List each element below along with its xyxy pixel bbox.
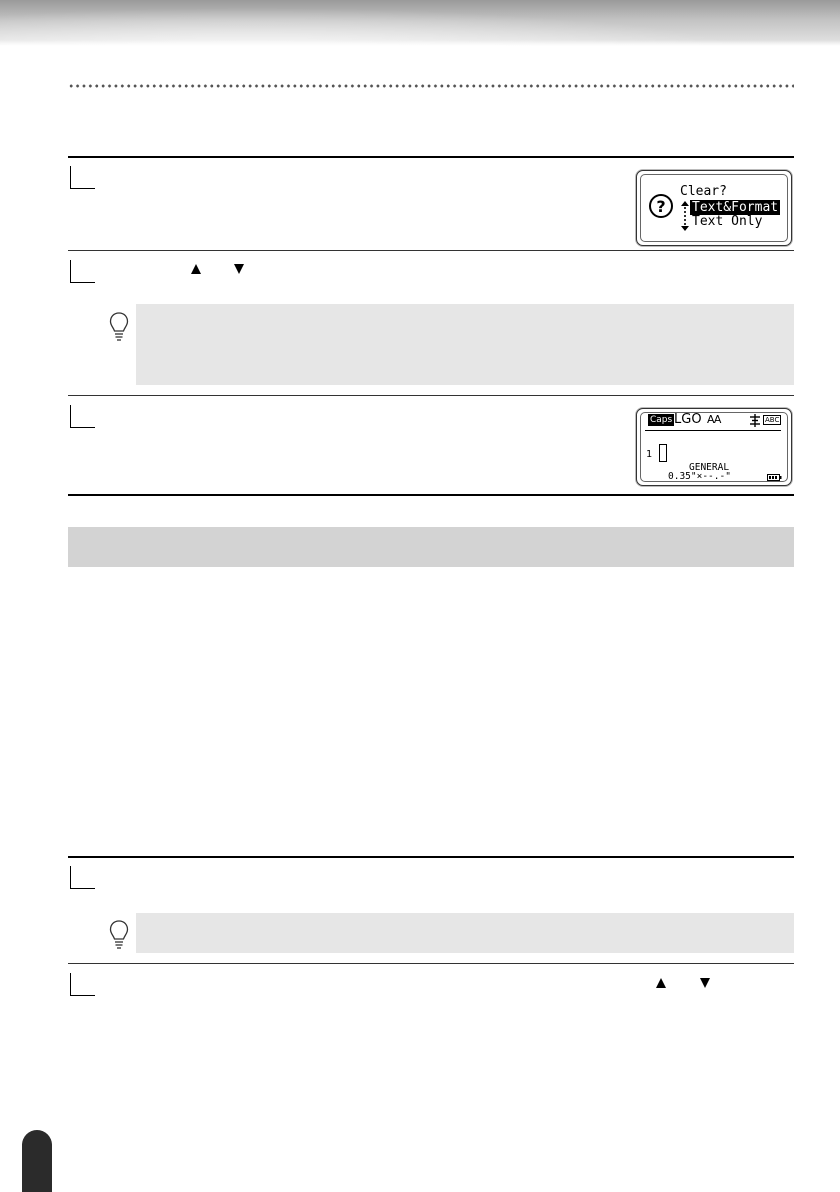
section-heading-band	[68, 527, 794, 567]
lcd-status-screen: Caps LGO AA ABC 1 GENERAL 0.35"×--.-"	[636, 408, 792, 486]
step-4-marker	[70, 866, 95, 889]
size-indicator: AA	[707, 413, 721, 426]
alignment-icon	[750, 414, 760, 427]
caps-badge: Caps	[648, 414, 675, 426]
arrow-up-key-icon	[656, 978, 666, 988]
step-2-top-rule	[68, 250, 794, 251]
step-1-marker	[70, 166, 95, 189]
arrow-down-key-icon	[234, 264, 244, 274]
lightbulb-hint-icon	[109, 312, 129, 341]
step-4-top-rule	[68, 856, 794, 858]
dialog-option-selected[interactable]: Text&Format	[690, 200, 781, 215]
step-5-top-rule	[68, 963, 794, 964]
step-1-top-rule	[68, 156, 794, 158]
text-cursor	[659, 444, 667, 462]
arrow-up-key-icon	[191, 264, 201, 274]
page-number-tab	[22, 1130, 52, 1192]
section-bottom-rule	[68, 494, 794, 496]
arrow-down-key-icon	[700, 978, 710, 988]
battery-icon	[767, 474, 782, 481]
svg-text:?: ?	[656, 197, 665, 216]
hint-note-box-2	[136, 913, 794, 953]
lcd-clear-dialog: ? Clear? Text&Format Text Only	[636, 170, 792, 246]
step-3-top-rule	[68, 395, 794, 396]
step-3-marker	[70, 405, 95, 428]
tape-spec: 0.35"×--.-"	[668, 471, 731, 482]
dialog-option[interactable]: Text Only	[692, 214, 762, 229]
abc-badge: ABC	[763, 415, 782, 425]
updown-scroll-icon	[681, 201, 689, 231]
line-number: 1	[646, 449, 653, 460]
step-5-marker	[70, 973, 95, 996]
lightbulb-hint-icon	[109, 920, 129, 949]
dialog-title: Clear?	[680, 184, 727, 199]
format-indicators: LGO	[674, 412, 702, 427]
hint-note-box	[136, 304, 794, 385]
page-header-bar	[0, 0, 840, 46]
question-circle-icon: ?	[649, 194, 673, 218]
step-2-marker	[70, 260, 95, 283]
dotted-divider	[68, 84, 794, 88]
status-separator	[645, 430, 781, 431]
